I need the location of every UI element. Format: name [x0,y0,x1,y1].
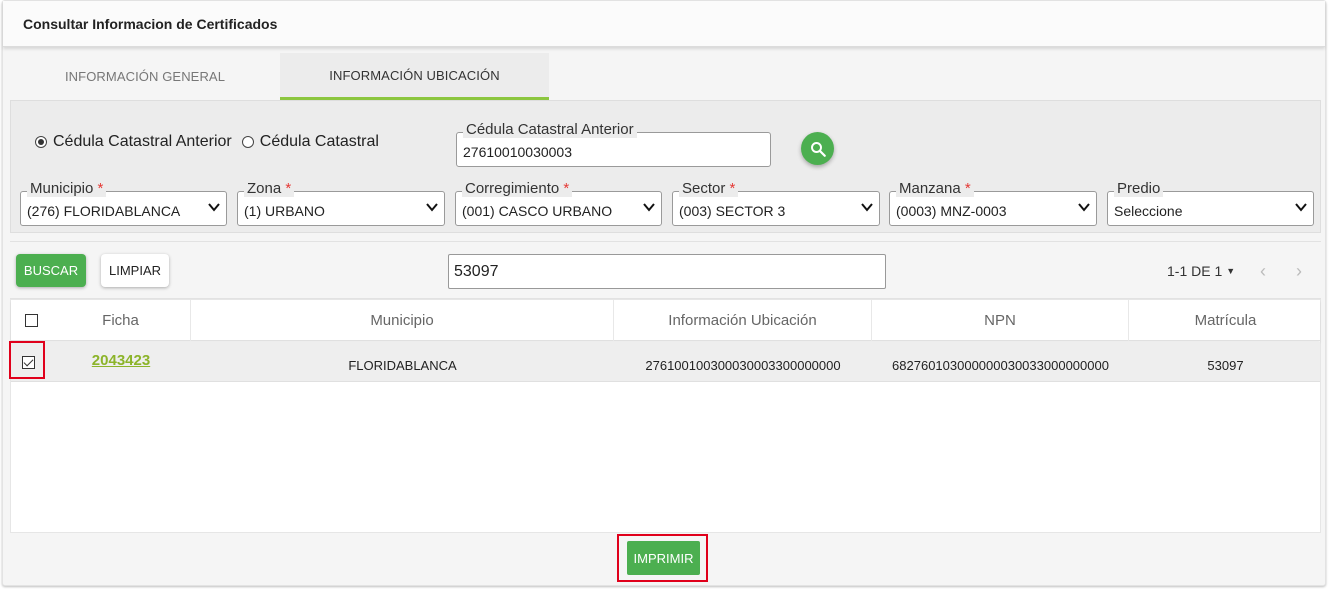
actions-bar: BUSCAR LIMPIAR 53097 1-1 DE 1 ▼ ‹ › [10,241,1321,299]
radio-cedula-anterior[interactable]: Cédula Catastral Anterior [35,133,232,151]
col-header-matricula[interactable]: Matrícula [1129,300,1322,341]
chevron-down-icon [1078,203,1090,212]
ubicacion-cell: 276100100300030003300000000 [645,357,841,373]
zona-select[interactable]: Zona * (1) URBANO [237,180,445,226]
selected-value: (1) URBANO [244,203,325,219]
field-label: Corregimiento * [462,180,573,197]
page-title: Consultar Informacion de Certificados [23,16,278,32]
table-header: Ficha Municipio Información Ubicación NP… [11,300,1320,341]
selected-value: (276) FLORIDABLANCA [27,203,181,219]
municipio-cell: FLORIDABLANCA [348,357,457,373]
selected-value: (0003) MNZ-0003 [896,203,1007,219]
ficha-cell: 2043423 [51,342,191,382]
search-button[interactable] [801,132,834,165]
imprimir-button[interactable]: IMPRIMIR [627,541,700,575]
predio-select[interactable]: Predio Seleccione [1107,180,1314,226]
chevron-down-icon [643,203,655,212]
tab-informacion-ubicacion[interactable]: INFORMACIÓN UBICACIÓN [280,53,549,100]
results-table: Ficha Municipio Información Ubicación NP… [10,299,1321,533]
chevron-down-icon [861,203,873,212]
field-label: Manzana * [896,180,974,197]
radio-button-selected[interactable] [35,136,47,148]
col-header-ubicacion[interactable]: Información Ubicación [614,300,872,341]
select-all-checkbox[interactable] [24,314,38,327]
cedula-type-radio-group: Cédula Catastral Anterior Cédula Catastr… [35,133,389,151]
highlight-box-checkbox [9,341,45,379]
npn-cell: 682760103000000030033000000000 [892,357,1109,373]
buscar-button[interactable]: BUSCAR [16,254,86,287]
sector-select[interactable]: Sector * (003) SECTOR 3 [672,180,880,226]
search-icon [810,141,826,157]
chevron-down-icon [208,203,220,212]
limpiar-button[interactable]: LIMPIAR [101,254,169,287]
field-label: Cédula Catastral Anterior [463,121,637,138]
pager-text: 1-1 DE 1 [1167,263,1223,279]
radio-cedula-catastral[interactable]: Cédula Catastral [241,133,379,151]
next-page-icon[interactable]: › [1296,261,1302,282]
selected-value: (003) SECTOR 3 [679,203,786,219]
col-header-ficha[interactable]: Ficha [51,300,191,341]
radio-label: Cédula Catastral [259,133,379,150]
chevron-down-icon [426,203,438,212]
corregimiento-select[interactable]: Corregimiento * (001) CASCO URBANO [455,180,662,226]
prev-page-icon[interactable]: ‹ [1260,261,1266,282]
field-label: Predio [1114,180,1164,197]
ficha-link[interactable]: 2043423 [92,352,150,369]
field-value: 27610010030003 [463,144,573,160]
filters-panel: Cédula Catastral Anterior Cédula Catastr… [10,100,1321,233]
caret-down-icon: ▼ [1226,266,1236,276]
field-label: Sector * [679,180,739,197]
field-label: Zona * [244,180,295,197]
matricula-cell: 53097 [1207,357,1244,373]
radio-button[interactable] [241,136,254,148]
chevron-down-icon [1295,203,1307,212]
selected-value: Seleccione [1114,203,1183,219]
field-label: Municipio * [27,180,107,197]
cedula-anterior-input[interactable]: Cédula Catastral Anterior 27610010030003 [456,121,771,167]
card-header: Consultar Informacion de Certificados [3,1,1325,47]
municipio-select[interactable]: Municipio * (276) FLORIDABLANCA [20,180,227,226]
col-header-npn[interactable]: NPN [872,300,1129,341]
selected-value: (001) CASCO URBANO [462,203,613,219]
radio-label: Cédula Catastral Anterior [53,133,232,150]
col-header-municipio[interactable]: Municipio [191,300,614,341]
table-filter-input[interactable]: 53097 [448,254,886,289]
manzana-select[interactable]: Manzana * (0003) MNZ-0003 [889,180,1097,226]
pager-dropdown[interactable]: 1-1 DE 1 ▼ [1167,263,1235,279]
table-row[interactable]: 2043423 FLORIDABLANCA 276100100300030003… [11,342,1320,382]
select-all-cell [11,300,51,341]
tab-informacion-general[interactable]: INFORMACIÓN GENERAL [10,53,280,100]
certificados-card: Consultar Informacion de Certificados IN… [2,0,1326,586]
